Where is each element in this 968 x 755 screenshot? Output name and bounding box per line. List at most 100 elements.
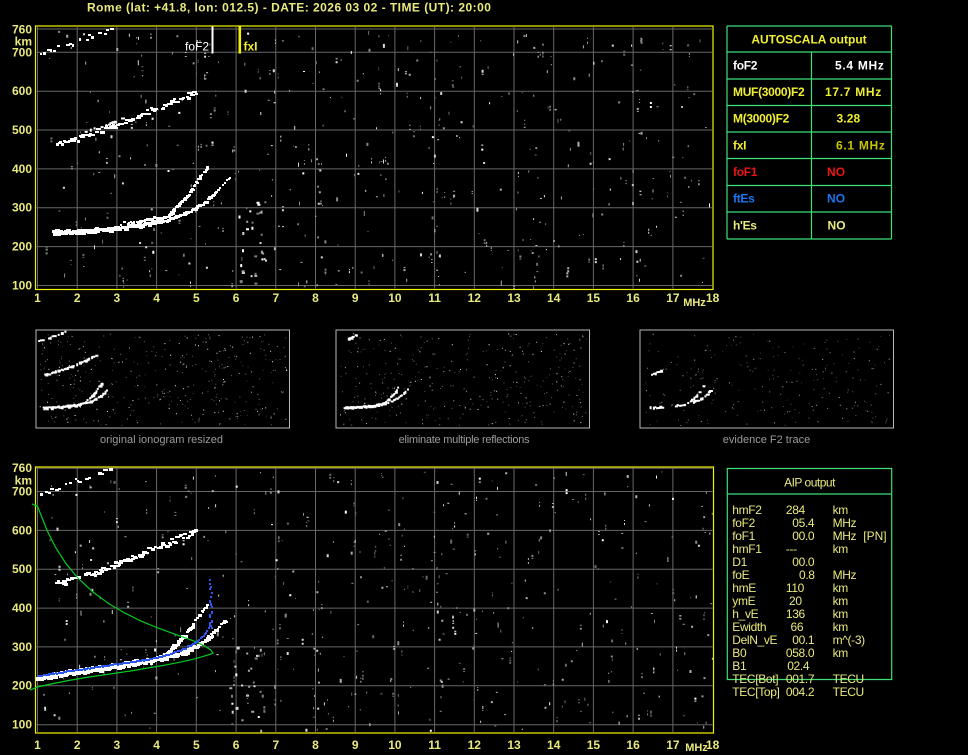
svg-text:058.0: 058.0 [786,646,815,660]
svg-text:400: 400 [12,601,32,615]
svg-text:2: 2 [74,291,81,305]
svg-text:Ewidth: Ewidth [732,620,766,634]
svg-text:284: 284 [786,503,806,517]
svg-text:15: 15 [587,291,601,305]
svg-text:9: 9 [352,738,359,752]
svg-text:4: 4 [153,291,160,305]
svg-text:3: 3 [114,738,121,752]
svg-text:hmF2: hmF2 [732,503,762,517]
svg-text:---: --- [786,542,797,556]
svg-text:500: 500 [12,123,32,137]
svg-text:3.28: 3.28 [837,112,861,126]
svg-text:10: 10 [388,738,402,752]
svg-text:km: km [833,542,849,556]
svg-text:18: 18 [706,738,720,752]
svg-text:1: 1 [34,291,41,305]
svg-text:200: 200 [12,240,32,254]
svg-text:13: 13 [507,738,521,752]
svg-text:20: 20 [789,594,802,608]
svg-text:AIP output: AIP output [784,476,836,490]
svg-text:5: 5 [193,291,200,305]
svg-text:7: 7 [272,291,279,305]
svg-text:400: 400 [12,162,32,176]
svg-text:AUTOSCALA output: AUTOSCALA output [751,33,866,47]
svg-text:00.0: 00.0 [792,555,815,569]
svg-text:h'Es: h'Es [733,218,757,232]
svg-text:km: km [833,594,849,608]
svg-text:11: 11 [428,291,441,305]
svg-text:km: km [833,620,849,634]
svg-text:9: 9 [352,291,359,305]
svg-text:12: 12 [468,291,482,305]
svg-text:MHz: MHz [833,529,857,543]
svg-text:B1: B1 [732,659,747,673]
svg-text:foE: foE [732,568,749,582]
svg-text:evidence F2 trace: evidence F2 trace [723,434,810,446]
svg-text:NO: NO [828,218,846,232]
svg-text:original ionogram resized: original ionogram resized [100,434,223,446]
svg-text:4: 4 [153,738,160,752]
svg-text:TEC[Bot]: TEC[Bot] [732,672,778,686]
svg-text:h_vE: h_vE [732,607,758,621]
svg-text:fxI: fxI [733,138,746,152]
svg-text:km: km [833,503,849,517]
svg-text:18: 18 [706,291,720,305]
svg-text:17.7 MHz: 17.7 MHz [825,85,882,99]
svg-text:eliminate multiple reflections: eliminate multiple reflections [399,434,530,446]
svg-text:15: 15 [587,738,601,752]
svg-text:ymE: ymE [732,594,755,608]
svg-text:MUF(3000)F2: MUF(3000)F2 [733,85,805,99]
svg-text:8: 8 [312,291,319,305]
svg-text:00.1: 00.1 [792,633,815,647]
svg-text:600: 600 [12,84,32,98]
svg-text:3: 3 [114,291,121,305]
svg-text:km: km [833,581,849,595]
svg-text:300: 300 [12,640,32,654]
svg-text:NO: NO [827,165,845,179]
svg-text:MHz: MHz [685,742,708,754]
svg-text:004.2: 004.2 [786,685,815,699]
svg-text:[PN]: [PN] [863,529,886,543]
svg-text:600: 600 [12,523,32,537]
svg-text:foF1: foF1 [732,529,755,543]
svg-text:DelN_vE: DelN_vE [732,633,777,647]
svg-text:5: 5 [193,738,200,752]
svg-text:m^(-3): m^(-3) [833,633,866,647]
svg-text:5.4 MHz: 5.4 MHz [835,59,885,73]
svg-text:8: 8 [312,738,319,752]
svg-text:7: 7 [272,738,279,752]
svg-text:14: 14 [547,738,561,752]
svg-text:foF2: foF2 [732,516,755,530]
svg-text:6: 6 [233,738,240,752]
svg-text:6: 6 [233,291,240,305]
svg-text:NO: NO [827,192,845,206]
svg-text:02.4: 02.4 [787,659,810,673]
svg-text:500: 500 [12,562,32,576]
svg-text:Rome (lat: +41.8, lon: 012.5): Rome (lat: +41.8, lon: 012.5) - DATE: 20… [87,0,491,14]
svg-text:TEC[Top]: TEC[Top] [732,685,779,699]
svg-text:300: 300 [12,201,32,215]
svg-text:foF2: foF2 [185,40,209,54]
svg-text:MHz: MHz [833,516,857,530]
svg-text:TECU: TECU [833,672,864,686]
svg-text:2: 2 [74,738,81,752]
svg-text:D1: D1 [732,555,747,569]
svg-text:foF1: foF1 [733,165,758,179]
svg-text:17: 17 [666,738,680,752]
svg-text:MHz: MHz [833,568,857,582]
svg-text:km: km [833,607,849,621]
svg-text:100: 100 [12,718,32,732]
svg-text:ftEs: ftEs [733,192,755,206]
svg-text:1: 1 [34,738,41,752]
svg-text:6.1 MHz: 6.1 MHz [836,138,886,152]
svg-text:12: 12 [468,738,482,752]
svg-text:16: 16 [626,291,640,305]
svg-text:14: 14 [547,291,561,305]
svg-text:13: 13 [507,291,521,305]
svg-text:M(3000)F2: M(3000)F2 [733,112,790,126]
svg-text:0.8: 0.8 [799,568,815,582]
svg-text:B0: B0 [732,646,747,660]
svg-text:700: 700 [12,45,32,59]
svg-text:700: 700 [12,485,32,499]
svg-text:136: 136 [786,607,806,621]
